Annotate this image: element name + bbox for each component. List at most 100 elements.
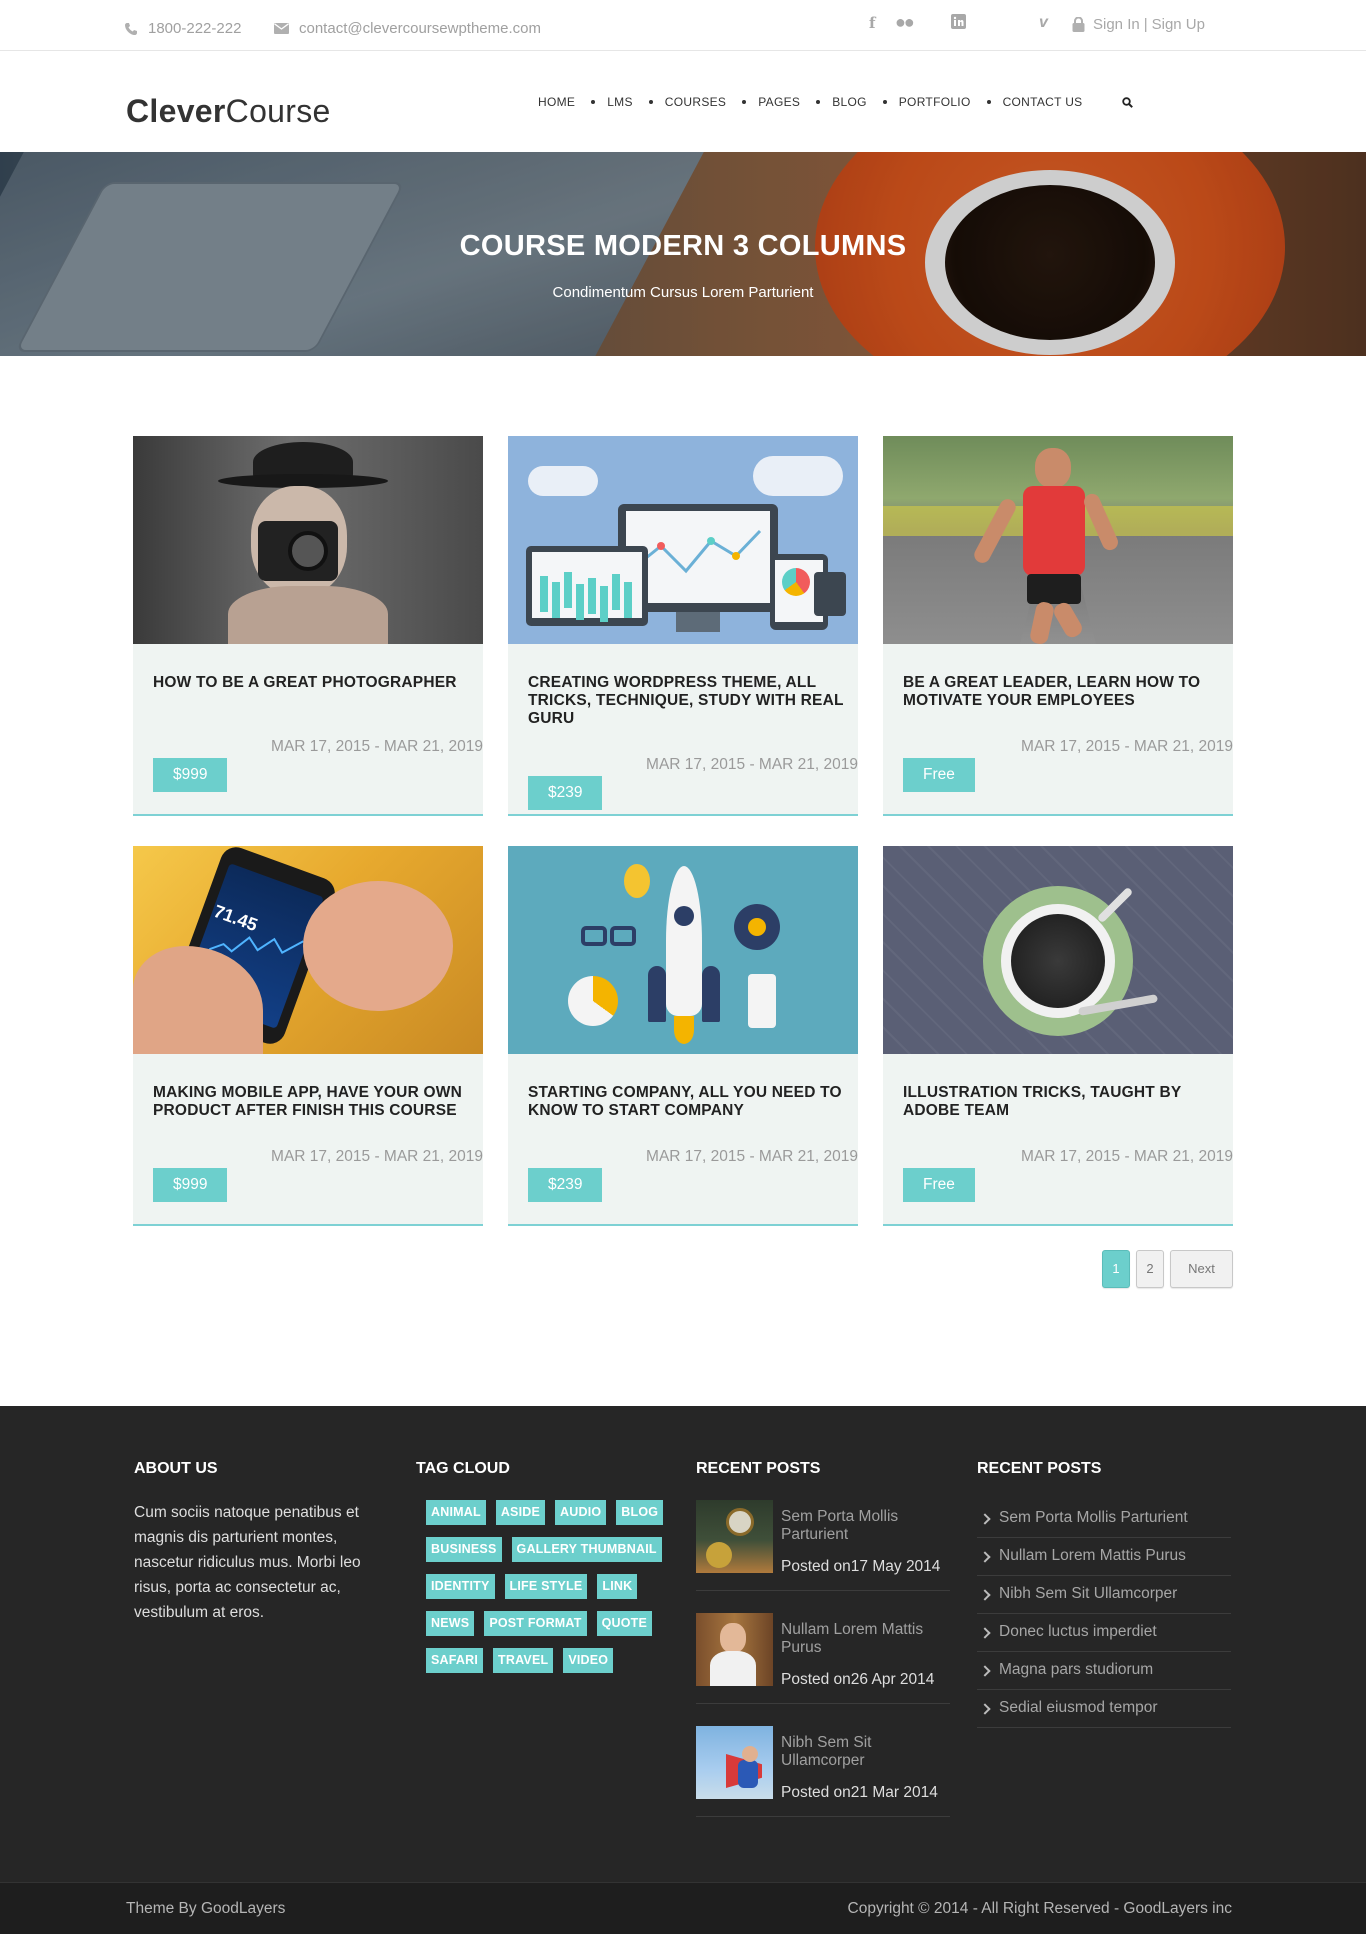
recent-post-title[interactable]: Nibh Sem Sit Ullamcorper — [781, 1734, 950, 1770]
nav-portfolio[interactable]: PORTFOLIO — [899, 95, 971, 109]
footer-about-text: Cum sociis natoque penatibus et magnis d… — [134, 1504, 361, 1621]
recent-list-item[interactable]: Magna pars studiorum — [977, 1652, 1231, 1690]
nav-courses[interactable]: COURSES — [665, 95, 726, 109]
recent-list-item[interactable]: Nibh Sem Sit Ullamcorper — [977, 1576, 1231, 1614]
course-card[interactable]: CREATING WORDPRESS THEME, ALL TRICKS, TE… — [508, 436, 858, 816]
course-card[interactable]: STARTING COMPANY, ALL YOU NEED TO KNOW T… — [508, 846, 858, 1226]
course-price: $239 — [528, 776, 603, 810]
course-card[interactable]: 71.45 MAKING MOBILE APP, HAVE YOUR OWN P… — [133, 846, 483, 1226]
next-page-button[interactable]: Next — [1170, 1250, 1233, 1288]
course-price: $239 — [528, 1168, 603, 1202]
nav-separator — [986, 100, 991, 104]
nav-blog[interactable]: BLOG — [832, 95, 867, 109]
auth-links: Sign In | Sign Up — [1072, 16, 1205, 33]
course-thumbnail[interactable] — [508, 436, 858, 644]
tag-life-style[interactable]: LIFE STYLE — [504, 1574, 588, 1599]
course-title[interactable]: STARTING COMPANY, ALL YOU NEED TO KNOW T… — [528, 1084, 848, 1120]
recent-list-item[interactable]: Sedial eiusmod tempor — [977, 1690, 1231, 1728]
footer-recent-title: RECENT POSTS — [696, 1460, 821, 1477]
page-hero: COURSE MODERN 3 COLUMNS Condimentum Curs… — [0, 152, 1366, 356]
recent-list-item[interactable]: Sem Porta Mollis Parturient — [977, 1500, 1231, 1538]
course-card[interactable]: HOW TO BE A GREAT PHOTOGRAPHER MAR 17, 2… — [133, 436, 483, 816]
recent-post-title[interactable]: Sem Porta Mollis Parturient — [781, 1508, 950, 1544]
recent-post[interactable]: Nullam Lorem Mattis Purus Posted on26 Ap… — [696, 1613, 950, 1704]
course-price: $999 — [153, 1168, 228, 1202]
flickr-icon[interactable]: ●● — [895, 12, 915, 33]
course-title[interactable]: ILLUSTRATION TRICKS, TAUGHT BY ADOBE TEA… — [903, 1084, 1223, 1120]
tag-blog[interactable]: BLOG — [616, 1500, 664, 1525]
recent-post-title[interactable]: Nullam Lorem Mattis Purus — [781, 1621, 950, 1657]
tag-safari[interactable]: SAFARI — [426, 1648, 484, 1673]
course-title[interactable]: CREATING WORDPRESS THEME, ALL TRICKS, TE… — [528, 674, 848, 728]
course-thumbnail[interactable] — [133, 436, 483, 644]
course-date: MAR 17, 2015 - MAR 21, 2019 — [646, 1148, 858, 1165]
page-1-button[interactable]: 1 — [1102, 1250, 1130, 1288]
tag-animal[interactable]: ANIMAL — [426, 1500, 486, 1525]
nav-home[interactable]: HOME — [538, 95, 575, 109]
page-2-button[interactable]: 2 — [1136, 1250, 1164, 1288]
logo-light: Course — [225, 93, 331, 129]
site-logo[interactable]: CleverCourse — [126, 93, 331, 130]
course-thumbnail[interactable] — [883, 846, 1233, 1054]
page-subtitle: Condimentum Cursus Lorem Parturient — [552, 284, 814, 301]
recent-list-item[interactable]: Nullam Lorem Mattis Purus — [977, 1538, 1231, 1576]
nav-separator — [816, 100, 821, 104]
auth-separator: | — [1143, 16, 1148, 33]
page-title: COURSE MODERN 3 COLUMNS — [459, 230, 907, 262]
course-date: MAR 17, 2015 - MAR 21, 2019 — [271, 738, 483, 755]
tag-news[interactable]: NEWS — [426, 1611, 475, 1636]
top-bar: 1800-222-222 contact@clevercoursewptheme… — [0, 0, 1366, 51]
tag-video[interactable]: VIDEO — [563, 1648, 614, 1673]
sign-in-link[interactable]: Sign In — [1093, 16, 1140, 33]
linkedin-icon[interactable] — [951, 14, 966, 32]
course-card[interactable]: ILLUSTRATION TRICKS, TAUGHT BY ADOBE TEA… — [883, 846, 1233, 1226]
recent-post-thumbnail[interactable] — [696, 1726, 773, 1799]
tag-link[interactable]: LINK — [597, 1574, 638, 1599]
footer-tag-cloud: TAG CLOUD ANIMAL ASIDE AUDIO BLOG BUSINE… — [416, 1460, 676, 1685]
footer-recent-title-2: RECENT POSTS — [977, 1460, 1102, 1477]
recent-post[interactable]: Nibh Sem Sit Ullamcorper Posted on21 Mar… — [696, 1726, 950, 1817]
tag-business[interactable]: BUSINESS — [426, 1537, 502, 1562]
sign-up-link[interactable]: Sign Up — [1152, 16, 1205, 33]
recent-list-item[interactable]: Donec luctus imperdiet — [977, 1614, 1231, 1652]
nav-separator — [591, 100, 596, 104]
envelope-icon — [274, 23, 289, 34]
course-thumbnail[interactable] — [508, 846, 858, 1054]
copyright-text: Copyright © 2014 - All Right Reserved - … — [847, 1900, 1232, 1917]
course-thumbnail[interactable]: 71.45 — [133, 846, 483, 1054]
copyright-bar: Theme By GoodLayers Copyright © 2014 - A… — [0, 1882, 1366, 1934]
course-title[interactable]: HOW TO BE A GREAT PHOTOGRAPHER — [153, 674, 473, 692]
course-title[interactable]: MAKING MOBILE APP, HAVE YOUR OWN PRODUCT… — [153, 1084, 473, 1120]
nav-pages[interactable]: PAGES — [758, 95, 800, 109]
tag-identity[interactable]: IDENTITY — [426, 1574, 495, 1599]
recent-post-thumbnail[interactable] — [696, 1613, 773, 1686]
course-card[interactable]: BE A GREAT LEADER, LEARN HOW TO MOTIVATE… — [883, 436, 1233, 816]
theme-credit: Theme By GoodLayers — [126, 1900, 286, 1917]
tag-audio[interactable]: AUDIO — [555, 1500, 607, 1525]
tag-post-format[interactable]: POST FORMAT — [484, 1611, 587, 1636]
tag-travel[interactable]: TRAVEL — [493, 1648, 554, 1673]
course-price: $999 — [153, 758, 228, 792]
recent-post[interactable]: Sem Porta Mollis Parturient Posted on17 … — [696, 1500, 950, 1591]
nav-lms[interactable]: LMS — [607, 95, 633, 109]
recent-post-thumbnail[interactable] — [696, 1500, 773, 1573]
recent-post-date: Posted on17 May 2014 — [781, 1558, 941, 1575]
nav-separator — [648, 100, 653, 104]
tag-quote[interactable]: QUOTE — [596, 1611, 653, 1636]
tag-aside[interactable]: ASIDE — [495, 1500, 546, 1525]
course-title[interactable]: BE A GREAT LEADER, LEARN HOW TO MOTIVATE… — [903, 674, 1223, 710]
phone-icon — [125, 22, 137, 35]
recent-post-date: Posted on26 Apr 2014 — [781, 1671, 935, 1688]
email-address[interactable]: contact@clevercoursewptheme.com — [299, 20, 541, 37]
tag-list: ANIMAL ASIDE AUDIO BLOG BUSINESS GALLERY… — [426, 1500, 676, 1685]
search-icon[interactable] — [1122, 96, 1134, 108]
footer-about: ABOUT US Cum sociis natoque penatibus et… — [134, 1460, 374, 1625]
tag-gallery-thumbnail[interactable]: GALLERY THUMBNAIL — [511, 1537, 662, 1562]
logo-bold: Clever — [126, 93, 226, 129]
facebook-icon[interactable]: f — [869, 14, 875, 32]
nav-contact-us[interactable]: CONTACT US — [1003, 95, 1083, 109]
course-thumbnail[interactable] — [883, 436, 1233, 644]
email-contact: contact@clevercoursewptheme.com — [274, 20, 541, 37]
course-price: Free — [903, 1168, 975, 1202]
vimeo-icon[interactable]: v — [1039, 14, 1048, 32]
